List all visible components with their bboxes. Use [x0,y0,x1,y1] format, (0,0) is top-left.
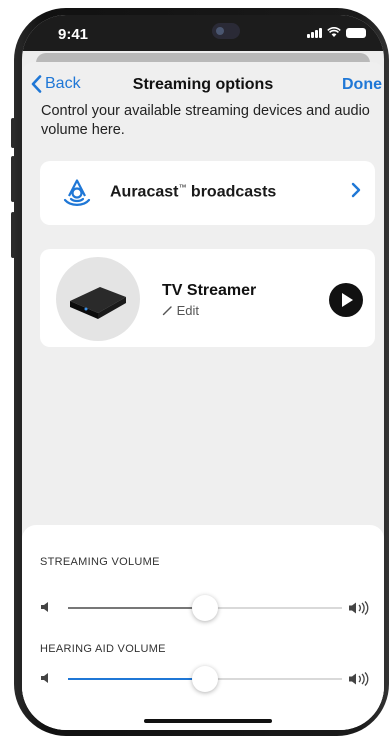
status-bar: 9:41 [22,15,384,51]
streaming-volume-label: STREAMING VOLUME [40,556,160,568]
tv-streamer-name: TV Streamer [162,282,257,299]
signal-icon [307,27,322,38]
speaker-low-icon [41,602,48,612]
chevron-right-icon [351,182,361,198]
volume-panel: STREAMING VOLUME HEARING AID VOLUME [22,525,384,730]
intro-text: Control your available streaming devices… [41,103,370,138]
speaker-high-icon [349,672,369,686]
page-title: Streaming options [132,76,274,93]
edit-button[interactable]: Edit [162,303,199,318]
slider-thumb[interactable] [192,595,218,621]
play-icon [342,293,353,307]
camera-icon [212,23,240,39]
slider-track [68,666,342,692]
side-button [11,156,15,202]
done-button[interactable]: Done [342,76,382,94]
wifi-icon [327,27,341,37]
speaker-high-icon [349,601,369,615]
streaming-volume-slider[interactable] [40,595,370,621]
navigation-bar: Back Streaming options Done [22,62,384,106]
battery-icon [346,28,366,38]
home-indicator [144,719,272,723]
speaker-low-icon [41,673,48,683]
slider-thumb[interactable] [192,666,218,692]
slider-fill [68,607,205,609]
edit-label: Edit [176,303,200,318]
slider-fill [68,678,205,680]
status-icons [307,27,366,38]
side-button [11,118,15,148]
hearing-aid-volume-label: HEARING AID VOLUME [40,643,166,655]
auracast-icon [63,179,91,206]
side-button [11,212,15,258]
pencil-icon [162,306,172,316]
auracast-label: Auracast™ broadcasts [110,183,277,201]
screen: 9:41 Back Streaming options Done Control… [22,15,384,730]
tv-streamer-card: TV Streamer Edit [40,249,375,347]
auracast-broadcasts-row[interactable]: Auracast™ broadcasts [40,161,375,225]
tv-streamer-image [56,257,140,341]
status-time: 9:41 [58,26,89,43]
hearing-aid-volume-slider[interactable] [40,666,370,692]
play-button[interactable] [329,283,363,317]
slider-track [68,595,342,621]
